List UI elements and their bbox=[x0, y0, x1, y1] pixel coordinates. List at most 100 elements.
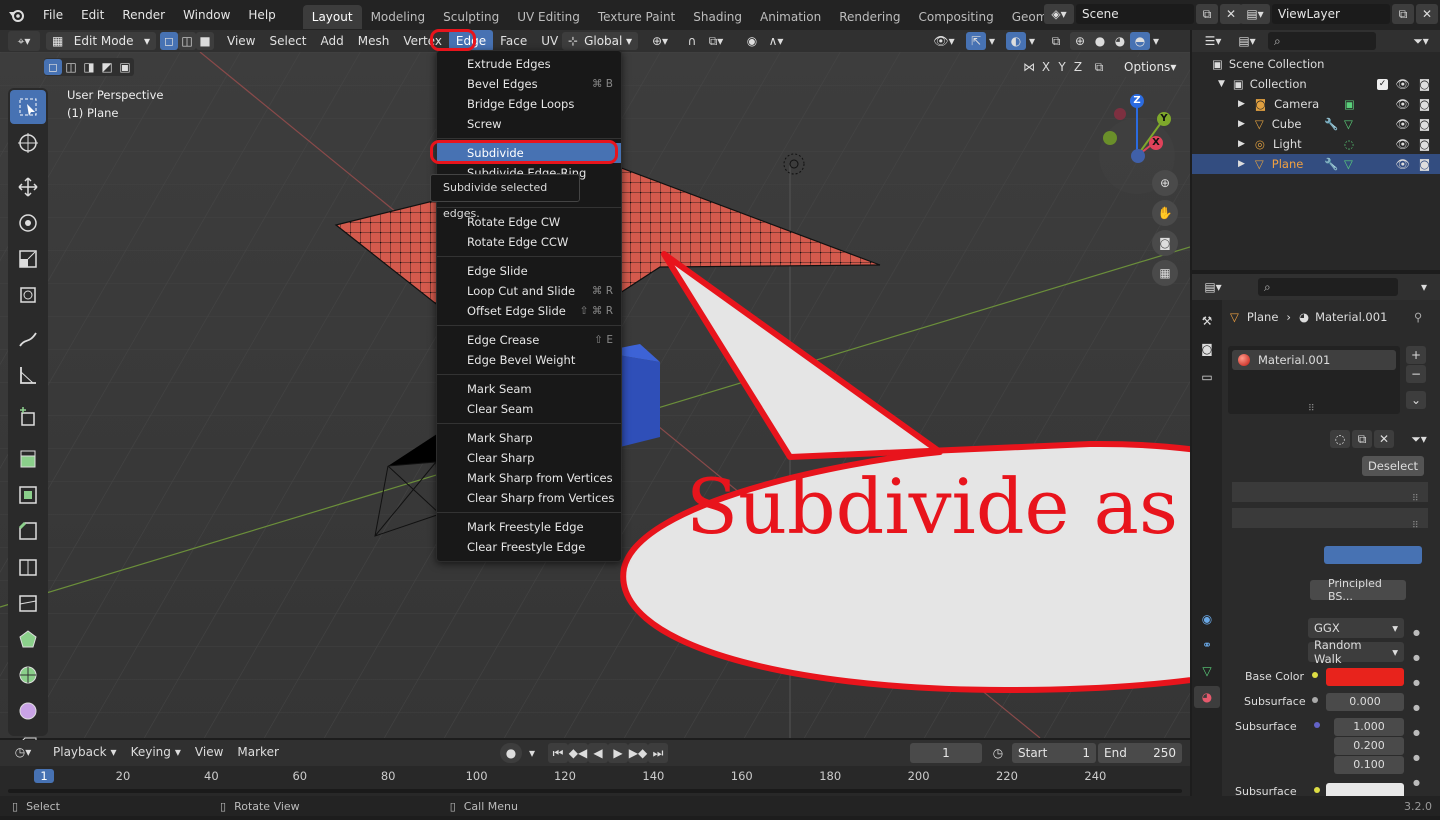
view-layer-browse-icon[interactable]: ▤▾ bbox=[1240, 4, 1270, 24]
mirror-y-toggle[interactable]: Y bbox=[1054, 58, 1070, 76]
camera-render-icon[interactable]: ◙ bbox=[1419, 157, 1430, 171]
vertex-select-icon[interactable]: ◻ bbox=[160, 32, 178, 50]
chevron-right-icon[interactable]: ▶ bbox=[1238, 139, 1245, 149]
timeline-scrollbar[interactable] bbox=[8, 789, 1182, 793]
subsurface-radius-z[interactable]: 0.100 bbox=[1334, 756, 1404, 774]
falloff-icon[interactable]: ∧▾ bbox=[762, 32, 790, 50]
timeline-ruler[interactable]: 1 20 40 60 80 100 120 140 160 180 200 220 240 bbox=[0, 766, 1190, 796]
extrude-tool-icon[interactable] bbox=[10, 442, 46, 476]
view-layer-remove-icon[interactable]: ✕ bbox=[1416, 4, 1438, 24]
deselect-button[interactable]: Deselect bbox=[1362, 456, 1424, 476]
menu-item-bevel-edges[interactable]: Bevel Edges ⌘ B bbox=[437, 74, 621, 94]
constraints-tab-icon[interactable]: ⚭ bbox=[1194, 634, 1220, 656]
tab-uv-editing[interactable]: UV Editing bbox=[508, 5, 589, 29]
menu-view[interactable]: View bbox=[188, 745, 230, 759]
menu-add[interactable]: Add bbox=[314, 30, 351, 52]
outliner-editor-icon[interactable]: ☰▾ bbox=[1198, 31, 1228, 51]
menu-item-offset-edge-slide[interactable]: Offset Edge Slide ⇧ ⌘ R bbox=[437, 301, 621, 321]
properties-search-input[interactable]: ⌕ bbox=[1258, 278, 1398, 296]
eye-icon[interactable]: 👁 bbox=[1395, 157, 1410, 171]
rendered-shading-icon[interactable]: ◓ bbox=[1130, 32, 1150, 50]
subsurface-radius-x[interactable]: 1.000 bbox=[1334, 718, 1404, 736]
snap-target-icon[interactable]: ⧉▾ bbox=[702, 32, 730, 50]
subsurface-color-swatch[interactable] bbox=[1326, 783, 1404, 796]
outliner-row-plane[interactable]: ▶ ▽ Plane 🔧 ▽ 👁 ◙ bbox=[1192, 154, 1440, 174]
transform-tool-icon[interactable] bbox=[10, 278, 46, 312]
subsurface-value-field[interactable]: 0.000 bbox=[1326, 693, 1404, 711]
menu-item-clear-sharp[interactable]: Clear Sharp bbox=[437, 448, 621, 468]
menu-uv[interactable]: UV bbox=[534, 30, 565, 52]
jump-start-icon[interactable]: ⏮ bbox=[548, 743, 568, 763]
base-color-swatch[interactable] bbox=[1326, 668, 1404, 686]
editor-type-icon[interactable]: ⌖▾ bbox=[8, 31, 40, 51]
gizmo-x-axis[interactable]: X bbox=[1149, 136, 1163, 150]
duplicate-material-icon[interactable]: ⧉ bbox=[1352, 430, 1372, 448]
tab-sculpting[interactable]: Sculpting bbox=[434, 5, 508, 29]
eye-icon[interactable]: 👁 bbox=[1395, 97, 1410, 111]
collection-row[interactable]: ▼ ▣ Collection ✓ 👁 ◙ bbox=[1192, 74, 1440, 94]
gizmo-z-axis[interactable]: Z bbox=[1130, 94, 1144, 108]
knife-tool-icon[interactable] bbox=[10, 586, 46, 620]
socket-dot-icon[interactable] bbox=[1312, 672, 1318, 678]
view-layer-copy-icon[interactable]: ⧉ bbox=[1392, 4, 1414, 24]
material-shading-icon[interactable]: ◕ bbox=[1110, 32, 1130, 50]
menu-mesh[interactable]: Mesh bbox=[351, 30, 397, 52]
tab-texture-paint[interactable]: Texture Paint bbox=[589, 5, 684, 29]
scale-tool-icon[interactable] bbox=[10, 242, 46, 276]
tab-layout[interactable]: Layout bbox=[302, 5, 362, 29]
chevron-down-icon[interactable]: ▾ bbox=[1414, 277, 1434, 297]
subsurface-method-dropdown[interactable]: Random Walk ▾ bbox=[1308, 638, 1404, 666]
mirror-x-toggle[interactable]: X bbox=[1038, 58, 1054, 76]
outliner-search-input[interactable]: ⌕ bbox=[1268, 32, 1376, 50]
wireframe-shading-icon[interactable]: ⊕ bbox=[1070, 32, 1090, 50]
eye-icon[interactable]: 👁 bbox=[1395, 117, 1410, 131]
menu-item-loop-cut-and-slide[interactable]: Loop Cut and Slide ⌘ R bbox=[437, 281, 621, 301]
scene-copy-icon[interactable]: ⧉ bbox=[1196, 4, 1218, 24]
spin-tool-icon[interactable] bbox=[10, 658, 46, 692]
physics-tab-icon[interactable]: ◉ bbox=[1194, 608, 1220, 630]
menu-item-mark-sharp-from-vertices[interactable]: Mark Sharp from Vertices bbox=[437, 468, 621, 488]
play-reverse-icon[interactable]: ◀ bbox=[588, 743, 608, 763]
socket-dot-icon[interactable] bbox=[1312, 697, 1318, 703]
move-tool-icon[interactable] bbox=[10, 170, 46, 204]
camera-render-icon[interactable]: ◙ bbox=[1419, 97, 1430, 111]
select-box-tool-icon[interactable] bbox=[10, 90, 46, 124]
start-frame-field[interactable]: Start 1 bbox=[1012, 743, 1096, 763]
outliner-row-light[interactable]: ▶ ◎ Light ◌ 👁 ◙ bbox=[1192, 134, 1440, 154]
extend-selection-icon[interactable]: ◫ bbox=[62, 59, 80, 75]
use-nodes-button[interactable] bbox=[1324, 546, 1422, 564]
menu-item-rotate-edge-ccw[interactable]: Rotate Edge CCW bbox=[437, 232, 621, 252]
subsurface-radius-y[interactable]: 0.200 bbox=[1334, 737, 1404, 755]
solid-shading-icon[interactable]: ● bbox=[1090, 32, 1110, 50]
socket-dot-icon[interactable] bbox=[1314, 722, 1320, 728]
intersect-selection-icon[interactable]: ▣ bbox=[116, 59, 134, 75]
add-slot-icon[interactable]: + bbox=[1406, 346, 1426, 364]
unlink-material-icon[interactable]: ✕ bbox=[1374, 430, 1394, 448]
timeline-editor-icon[interactable]: ◷▾ bbox=[8, 742, 38, 762]
filter-icon[interactable]: ⏷▾ bbox=[1408, 31, 1434, 51]
view-layer-name-field[interactable]: ViewLayer bbox=[1272, 4, 1390, 24]
output-tab-icon[interactable]: ▭ bbox=[1194, 366, 1220, 388]
play-icon[interactable]: ▶ bbox=[608, 743, 628, 763]
subtract-selection-icon[interactable]: ◨ bbox=[80, 59, 98, 75]
tab-animation[interactable]: Animation bbox=[751, 5, 830, 29]
chevron-right-icon[interactable]: ▶ bbox=[1238, 119, 1245, 129]
menu-item-extrude-edges[interactable]: Extrude Edges bbox=[437, 54, 621, 74]
gizmo-icon[interactable]: ⇱ bbox=[966, 32, 986, 50]
menu-item-edge-crease[interactable]: Edge Crease ⇧ E bbox=[437, 330, 621, 350]
menu-face[interactable]: Face bbox=[493, 30, 534, 52]
render-tab-icon[interactable]: ◙ bbox=[1194, 338, 1220, 360]
scene-collection-row[interactable]: ▣ Scene Collection bbox=[1192, 54, 1440, 74]
auto-merge-icon[interactable]: ⧉ bbox=[1090, 58, 1108, 76]
menu-item-edge-slide[interactable]: Edge Slide bbox=[437, 261, 621, 281]
chevron-right-icon[interactable]: ▶ bbox=[1238, 99, 1245, 109]
menu-item-clear-seam[interactable]: Clear Seam bbox=[437, 399, 621, 419]
menu-item-bridge-edge-loops[interactable]: Bridge Edge Loops bbox=[437, 94, 621, 114]
mirror-icon[interactable]: ⋈ bbox=[1020, 58, 1038, 76]
menu-item-screw[interactable]: Screw bbox=[437, 114, 621, 134]
shading-menu-icon[interactable]: ▾ bbox=[1150, 32, 1162, 50]
add-cube-tool-icon[interactable] bbox=[10, 400, 46, 434]
tab-modeling[interactable]: Modeling bbox=[362, 5, 435, 29]
edge-select-icon[interactable]: ◫ bbox=[178, 32, 196, 50]
menu-item-mark-sharp[interactable]: Mark Sharp bbox=[437, 428, 621, 448]
